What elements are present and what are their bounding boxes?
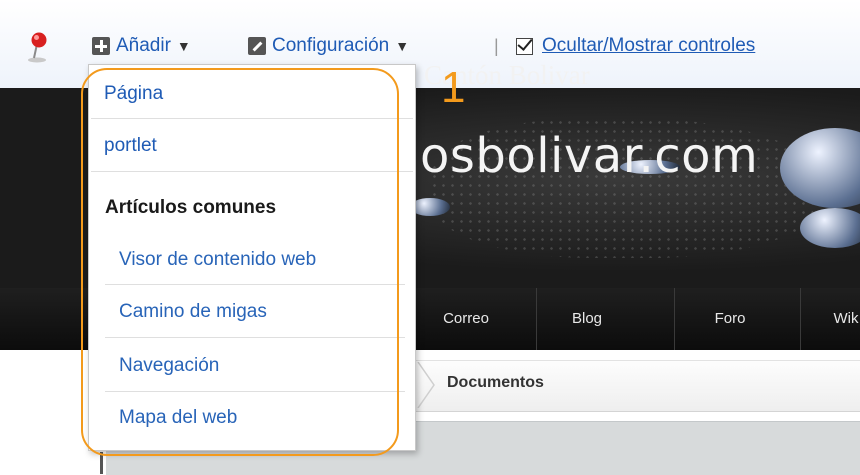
highlight-outline <box>81 68 399 456</box>
toggle-controls[interactable]: Ocultar/Mostrar controles <box>516 34 755 58</box>
pushpin-icon[interactable] <box>26 30 52 64</box>
toolbar-separator: | <box>494 36 499 56</box>
nav-item-foro[interactable]: Foro <box>674 288 785 350</box>
banner-title: osbolivar.com <box>420 128 759 184</box>
edit-icon <box>248 37 266 55</box>
add-label: Añadir <box>116 35 171 56</box>
nav-item-wiki[interactable]: Wik <box>800 288 860 350</box>
toggle-controls-link[interactable]: Ocultar/Mostrar controles <box>542 35 755 57</box>
add-menu-button[interactable]: Añadir ▼ <box>92 34 191 58</box>
water-drop-graphic <box>410 198 450 216</box>
caret-down-icon: ▼ <box>176 38 191 54</box>
caret-down-icon: ▼ <box>395 38 410 54</box>
nav-item-blog[interactable]: Blog <box>536 288 637 350</box>
add-icon <box>92 37 110 55</box>
config-label: Configuración <box>272 35 390 56</box>
checkbox-icon[interactable] <box>516 37 533 55</box>
breadcrumb-current[interactable]: Documentos <box>447 374 544 392</box>
callout-number: 1 <box>441 63 466 112</box>
config-menu-button[interactable]: Configuración ▼ <box>248 34 409 58</box>
